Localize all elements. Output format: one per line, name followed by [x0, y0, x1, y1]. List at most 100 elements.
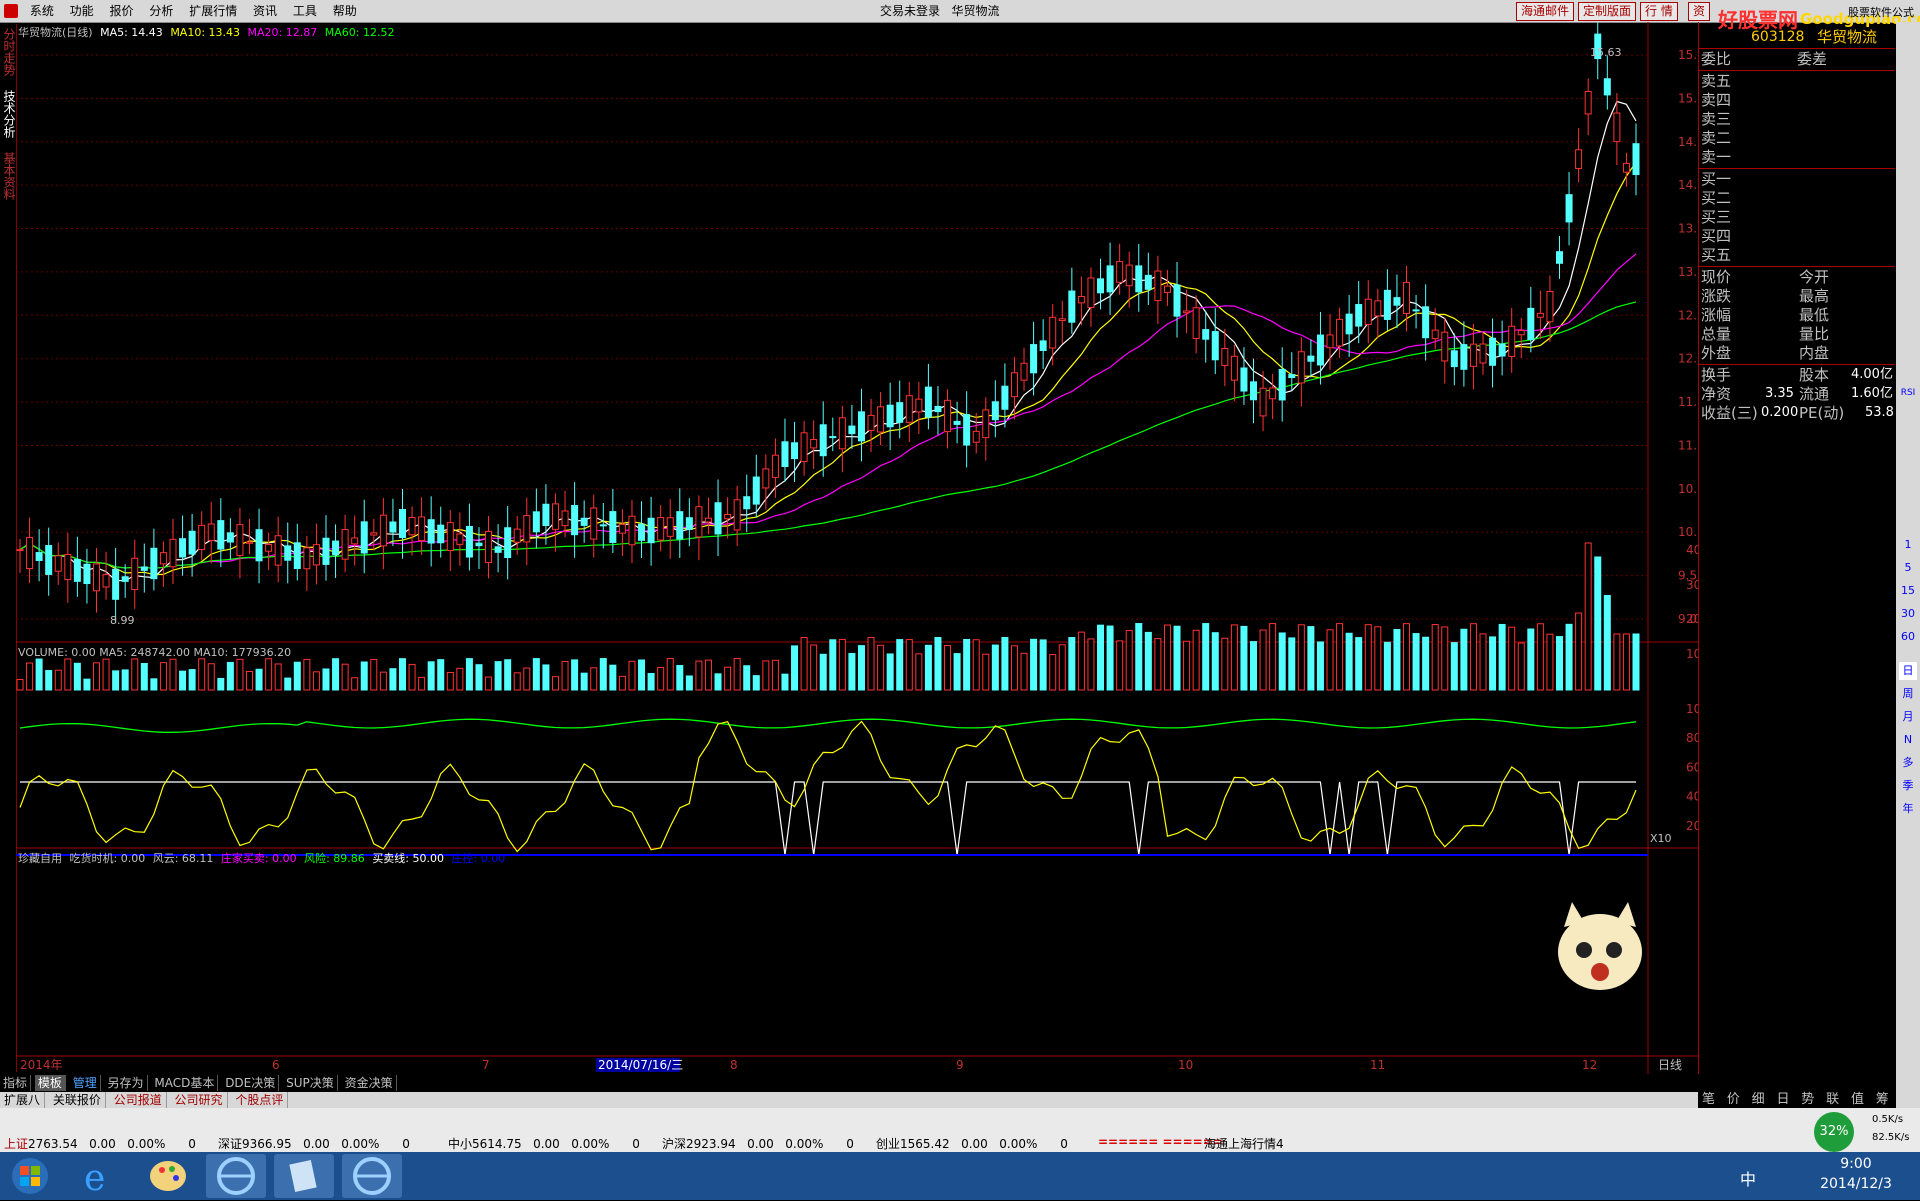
- buy-3: 买三: [1701, 208, 1732, 226]
- tab-trades[interactable]: 笔: [1698, 1092, 1719, 1108]
- custom-layout-button[interactable]: 定制版面: [1578, 2, 1637, 21]
- period-week[interactable]: 周: [1899, 685, 1917, 703]
- tab-price[interactable]: 价: [1723, 1092, 1744, 1108]
- tab-save-as[interactable]: 另存为: [105, 1075, 148, 1091]
- tab-dde[interactable]: DDE决策: [222, 1075, 280, 1091]
- volume-bar: [1364, 624, 1372, 691]
- period-quarter[interactable]: 季: [1899, 777, 1917, 795]
- price-tick-label: 10.00: [1678, 525, 1698, 539]
- tab-manage[interactable]: 管理: [70, 1075, 101, 1091]
- period-year[interactable]: 年: [1899, 800, 1917, 818]
- stat-high: 最高: [1799, 287, 1830, 305]
- tab-fundamentals[interactable]: 基本资料: [1, 152, 16, 200]
- tab-value[interactable]: 值: [1847, 1092, 1868, 1108]
- period-15min[interactable]: 15: [1899, 582, 1917, 600]
- menu-help[interactable]: 帮助: [327, 0, 363, 22]
- period-60min[interactable]: 60: [1899, 628, 1917, 646]
- candle-up: [265, 543, 273, 552]
- tool-rsi[interactable]: RSI: [1899, 384, 1917, 402]
- candle-down: [1144, 274, 1152, 290]
- volume-tick-label: 20000: [1686, 612, 1698, 626]
- period-5min[interactable]: 5: [1899, 559, 1917, 577]
- index-gem[interactable]: 创业1565.42 0.00 0.00% 0: [876, 1135, 1068, 1152]
- tab-company-news[interactable]: 公司报道: [110, 1092, 167, 1108]
- period-n[interactable]: N: [1899, 731, 1917, 749]
- taskbar-haitong-2[interactable]: [342, 1154, 402, 1198]
- volume-bar: [915, 653, 923, 691]
- volume-bar: [274, 663, 282, 691]
- tab-trend[interactable]: 势: [1797, 1092, 1818, 1108]
- price-tick-label: 10.50: [1678, 482, 1698, 496]
- mail-button[interactable]: 海通邮件: [1516, 2, 1575, 21]
- candle-up: [207, 523, 215, 541]
- period-month[interactable]: 月: [1899, 708, 1917, 726]
- stat-change: 涨跌: [1701, 287, 1732, 305]
- candle-up: [1010, 372, 1018, 398]
- clock-date[interactable]: 2014/12/3: [1816, 1176, 1896, 1192]
- index-hs300[interactable]: 沪深2923.94 0.00 0.00% 0: [662, 1135, 854, 1152]
- network-gauge[interactable]: 32%: [1814, 1112, 1854, 1152]
- volume-bar: [1068, 637, 1076, 691]
- tab-detail[interactable]: 细: [1748, 1092, 1769, 1108]
- candle-down: [150, 547, 158, 580]
- menu-info[interactable]: 资讯: [247, 0, 283, 22]
- volume-bar: [1603, 595, 1611, 691]
- volume-bar: [1508, 626, 1516, 691]
- chart-area[interactable]: 15.50 15.00 14.50 14.00 13.50 13.00 12.50 12.00…: [16, 22, 1698, 1074]
- candle-down: [322, 537, 330, 565]
- volume-bar: [112, 670, 120, 691]
- period-multi[interactable]: 多: [1899, 754, 1917, 772]
- tab-company-research[interactable]: 公司研究: [171, 1092, 228, 1108]
- net-assets-label: 净资: [1701, 385, 1732, 403]
- volume-bar: [140, 662, 148, 691]
- menu-quote[interactable]: 报价: [104, 0, 140, 22]
- pe-label: PE(动): [1799, 404, 1845, 422]
- candle-up: [456, 533, 464, 545]
- tab-daily[interactable]: 日: [1772, 1092, 1793, 1108]
- ma10-line: [19, 161, 1637, 576]
- window-title: 交易未登录 华贸物流: [880, 0, 999, 22]
- tab-chips[interactable]: 筹: [1872, 1092, 1893, 1108]
- tab-fund[interactable]: 资金决策: [342, 1075, 397, 1091]
- market-button[interactable]: 行 情: [1640, 2, 1678, 21]
- tab-template[interactable]: 模板: [34, 1075, 66, 1091]
- candle-up: [810, 439, 818, 449]
- period-day[interactable]: 日: [1899, 662, 1917, 680]
- tab-indicator[interactable]: 指标: [0, 1075, 32, 1091]
- menu-system[interactable]: 系统: [24, 0, 60, 22]
- start-button[interactable]: [2, 1154, 62, 1198]
- taskbar-notepad[interactable]: [274, 1154, 334, 1198]
- menu-ext-market[interactable]: 扩展行情: [183, 0, 243, 22]
- tab-ext8[interactable]: 扩展八: [0, 1092, 46, 1108]
- tab-sup[interactable]: SUP决策: [283, 1075, 338, 1091]
- index-sz[interactable]: 深证9366.95 0.00 0.00% 0: [218, 1135, 410, 1152]
- tab-intraday[interactable]: 分时走势: [1, 28, 16, 76]
- tab-macd[interactable]: MACD基本: [151, 1075, 219, 1091]
- indicator-tick-label: 60.00: [1686, 760, 1698, 774]
- detail-tab-bar: 笔 价 细 日 势 联 值 筹: [1698, 1092, 1896, 1108]
- app-icon[interactable]: [4, 4, 18, 18]
- taskbar-paint[interactable]: [138, 1154, 198, 1198]
- volume-bar: [370, 659, 378, 691]
- menu-function[interactable]: 功能: [64, 0, 100, 22]
- taskbar-haitong-1[interactable]: [206, 1154, 266, 1198]
- info-button[interactable]: 资: [1688, 2, 1711, 21]
- tab-technical[interactable]: 技术分析: [1, 90, 16, 138]
- menu-tools[interactable]: 工具: [287, 0, 323, 22]
- tab-linked[interactable]: 联: [1822, 1092, 1843, 1108]
- taskbar-ie[interactable]: e: [70, 1154, 130, 1199]
- candle-up: [972, 430, 980, 443]
- tab-stock-review[interactable]: 个股点评: [231, 1092, 289, 1108]
- volume-bar: [599, 658, 607, 691]
- volume-bar: [1575, 612, 1583, 691]
- clock-time[interactable]: 9:00: [1826, 1156, 1886, 1172]
- index-sh[interactable]: 上证2763.54 0.00 0.00% 0: [4, 1135, 196, 1152]
- index-sme[interactable]: 中小5614.75 0.00 0.00% 0: [448, 1135, 640, 1152]
- ime-indicator[interactable]: 中: [1740, 1166, 1756, 1190]
- period-30min[interactable]: 30: [1899, 605, 1917, 623]
- tab-related-quote[interactable]: 关联报价: [49, 1092, 106, 1108]
- volume-bar: [1431, 624, 1439, 691]
- period-1min[interactable]: 1: [1899, 536, 1917, 554]
- candle-down: [389, 521, 397, 533]
- menu-analysis[interactable]: 分析: [143, 0, 179, 22]
